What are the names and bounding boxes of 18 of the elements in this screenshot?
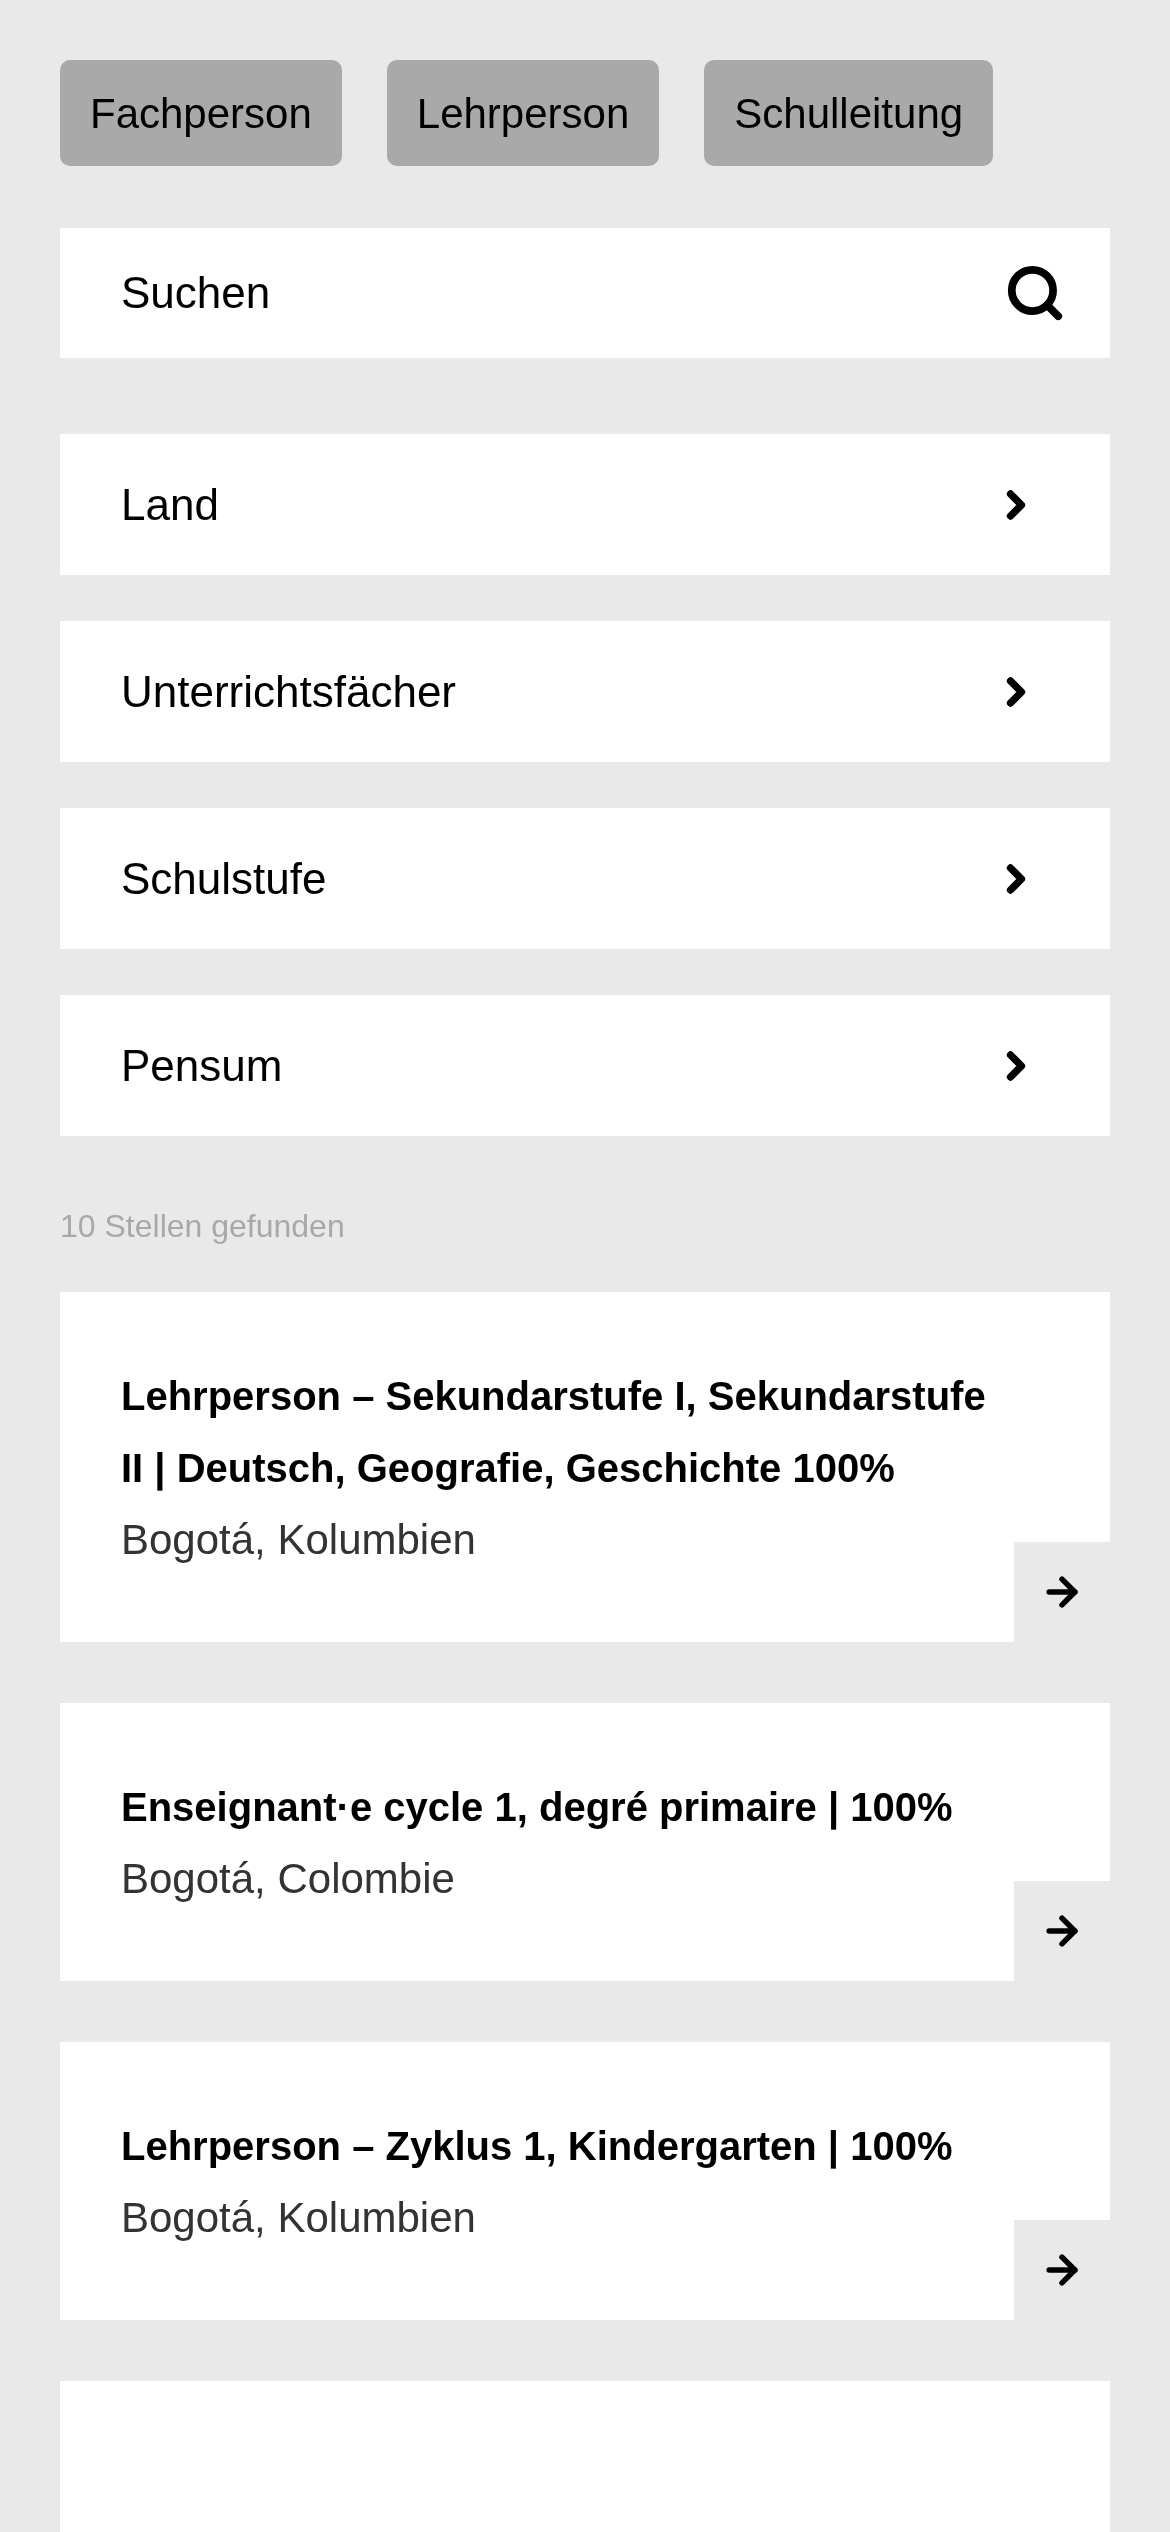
filter-row[interactable]: Schulstufe	[60, 808, 1110, 949]
filter-row[interactable]: Unterrichtsfächer	[60, 621, 1110, 762]
job-card[interactable]: Enseignant·e cycle 1, degré primaire | 100% Bogotá, Colombie	[60, 1703, 1110, 1981]
filter-row[interactable]: Land	[60, 434, 1110, 575]
job-card[interactable]: Lehrperson – Sekundarstufe I, Sekundarstufe II | Deutsch, Geografie, Geschichte 100% Bogotá, Kolumbien	[60, 1292, 1110, 1642]
job-location: Bogotá, Kolumbien	[121, 2193, 477, 2243]
role-button[interactable]: Fachperson	[60, 60, 342, 166]
result-count: 10 Stellen gefunden	[60, 1207, 346, 1246]
job-location: Bogotá, Colombie	[121, 1854, 456, 1904]
search-field[interactable]: Suchen	[60, 228, 1110, 358]
job-title: Lehrperson – Zyklus 1, Kindergarten | 100%	[121, 2123, 954, 2171]
job-location: Bogotá, Kolumbien	[121, 1515, 477, 1565]
filter-row[interactable]: Pensum	[60, 995, 1110, 1136]
job-title: Enseignant·e cycle 1, degré primaire | 100%	[121, 1784, 954, 1832]
job-title: Lehrperson – Sekundarstufe I, Sekundarstufe II | Deutsch, Geografie, Geschichte 100%	[121, 1373, 987, 1493]
role-button[interactable]: Lehrperson	[386, 60, 660, 166]
job-card[interactable]: Lehrperson – Zyklus 1, Kindergarten | 100% Bogotá, Kolumbien	[60, 2042, 1110, 2320]
role-button[interactable]: Schulleitung	[704, 60, 994, 166]
